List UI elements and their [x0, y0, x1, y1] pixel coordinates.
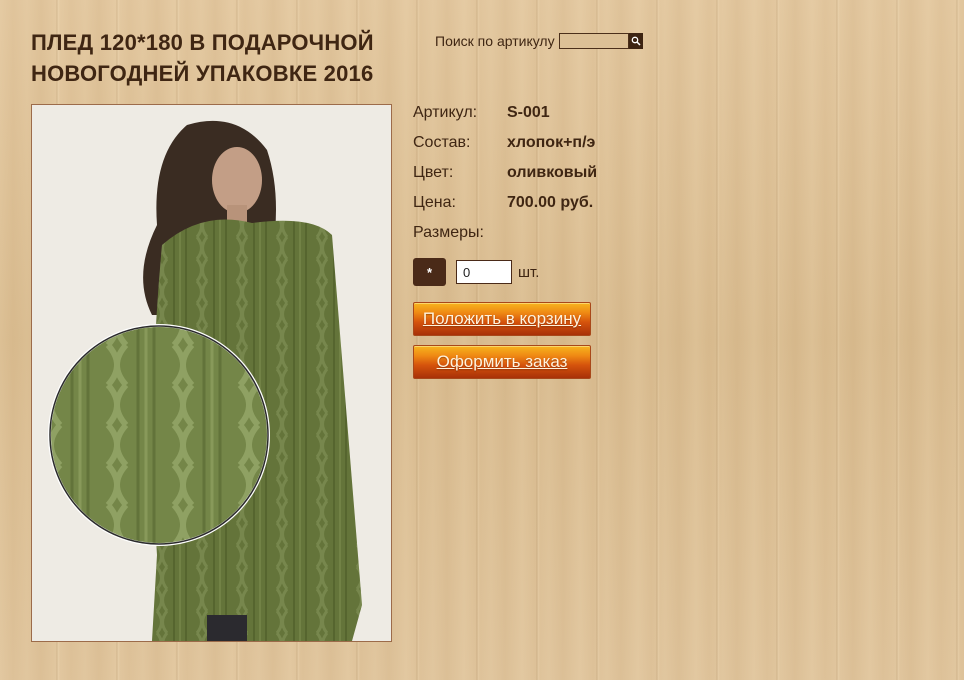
detail-row-composition: Состав: хлопок+п/э — [413, 133, 597, 163]
detail-label: Артикул: — [413, 104, 478, 121]
search-label: Поиск по артикулу — [435, 33, 555, 49]
detail-label: Состав: — [413, 134, 471, 151]
detail-value: хлопок+п/э — [507, 134, 596, 151]
product-image[interactable] — [31, 104, 392, 642]
product-details: Артикул: S-001 Состав: хлопок+п/э Цвет: … — [413, 103, 597, 253]
search-bar: Поиск по артикулу — [435, 33, 643, 49]
quantity-selector: * шт. — [413, 258, 539, 286]
quantity-unit: шт. — [518, 263, 540, 281]
detail-label: Цена: — [413, 194, 456, 211]
page-title: ПЛЕД 120*180 В ПОДАРОЧНОЙ НОВОГОДНЕЙ УПА… — [31, 30, 374, 86]
detail-value: S-001 — [507, 104, 550, 121]
detail-row-color: Цвет: оливковый — [413, 163, 597, 193]
detail-value: оливковый — [507, 164, 598, 181]
detail-label: Размеры: — [413, 224, 484, 241]
detail-value: 700.00 руб. — [507, 194, 594, 211]
detail-row-price: Цена: 700.00 руб. — [413, 193, 597, 223]
search-button[interactable] — [628, 33, 643, 49]
detail-row-sizes: Размеры: — [413, 223, 597, 253]
search-icon — [631, 36, 641, 46]
quantity-input[interactable] — [456, 260, 512, 284]
add-to-cart-button[interactable]: Положить в корзину — [413, 302, 591, 336]
search-input[interactable] — [558, 33, 629, 49]
checkout-button[interactable]: Оформить заказ — [413, 345, 591, 379]
detail-label: Цвет: — [413, 164, 454, 181]
size-option[interactable]: * — [413, 258, 446, 286]
detail-row-article: Артикул: S-001 — [413, 103, 597, 133]
